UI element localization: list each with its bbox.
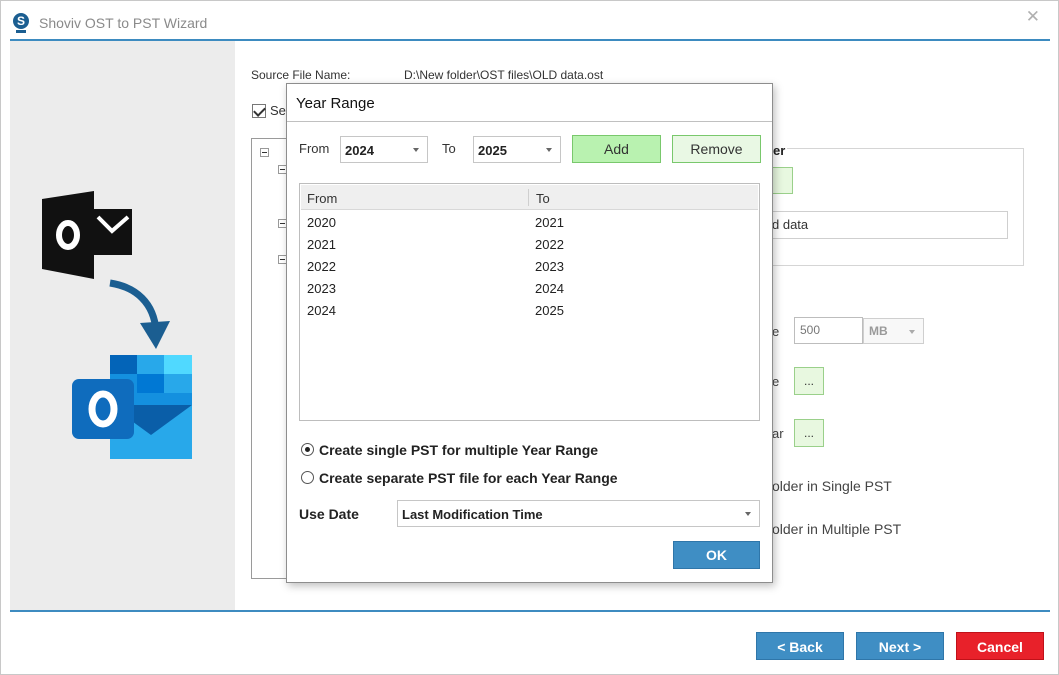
back-button[interactable]: < Back bbox=[756, 632, 844, 660]
separate-pst-radio-label[interactable]: Create separate PST file for each Year R… bbox=[319, 470, 618, 486]
size-label: e bbox=[772, 324, 780, 339]
to-year-value: 2025 bbox=[478, 143, 507, 158]
chevron-down-icon bbox=[745, 512, 751, 516]
row-to: 2023 bbox=[535, 259, 564, 274]
row-to: 2025 bbox=[535, 303, 564, 318]
from-year-value: 2024 bbox=[345, 143, 374, 158]
row-from: 2022 bbox=[307, 259, 336, 274]
ok-button[interactable]: OK bbox=[673, 541, 760, 569]
dialog-title-divider bbox=[287, 121, 772, 122]
to-year-select[interactable]: 2025 bbox=[473, 136, 561, 163]
source-file-label: Source File Name: bbox=[251, 68, 351, 82]
group-text-field[interactable]: d data bbox=[771, 211, 1008, 239]
row-from: 2023 bbox=[307, 281, 336, 296]
option-single-pst-label: older in Single PST bbox=[772, 478, 892, 494]
svg-text:S: S bbox=[17, 14, 25, 28]
add-button[interactable]: Add bbox=[572, 135, 661, 163]
curved-arrow-icon bbox=[109, 279, 170, 349]
chevron-down-icon bbox=[546, 148, 552, 152]
sidebar bbox=[10, 41, 235, 610]
source-file-value: D:\New folder\OST files\OLD data.ost bbox=[404, 68, 604, 82]
chevron-down-icon bbox=[909, 330, 915, 334]
year-range-list[interactable]: From To 2020 2021 2021 2022 2022 2023 20… bbox=[299, 183, 760, 421]
dialog-title: Year Range bbox=[296, 95, 375, 112]
to-label: To bbox=[442, 141, 456, 156]
browse-button-1[interactable]: ... bbox=[794, 367, 824, 395]
options-group bbox=[771, 148, 1024, 266]
outlook-pst-icon bbox=[72, 355, 192, 459]
from-label: From bbox=[299, 141, 330, 156]
browse-button-2[interactable]: ... bbox=[794, 419, 824, 447]
footer-divider bbox=[10, 610, 1050, 612]
list-row[interactable]: 2022 2023 bbox=[301, 255, 758, 277]
row-to: 2024 bbox=[535, 281, 564, 296]
single-pst-radio-label[interactable]: Create single PST for multiple Year Rang… bbox=[319, 442, 598, 458]
use-date-select[interactable]: Last Modification Time bbox=[397, 500, 760, 527]
list-row[interactable]: 2024 2025 bbox=[301, 299, 758, 321]
browse-label-1: e bbox=[772, 374, 780, 389]
list-header: From To bbox=[301, 185, 758, 210]
from-year-select[interactable]: 2024 bbox=[340, 136, 428, 163]
option-multiple-pst-label: older in Multiple PST bbox=[772, 521, 902, 537]
size-unit-value: MB bbox=[869, 324, 888, 338]
column-divider bbox=[528, 189, 529, 206]
row-from: 2020 bbox=[307, 215, 336, 230]
options-group-title: er bbox=[773, 143, 788, 158]
column-header-from[interactable]: From bbox=[307, 191, 337, 206]
list-row[interactable]: 2021 2022 bbox=[301, 233, 758, 255]
year-range-dialog: Year Range From 2024 To 2025 Add Remove … bbox=[286, 83, 773, 583]
folder-tree[interactable] bbox=[251, 138, 291, 579]
row-from: 2021 bbox=[307, 237, 336, 252]
ost-file-icon bbox=[42, 191, 132, 279]
close-icon[interactable]: ✕ bbox=[1026, 7, 1040, 27]
chevron-down-icon bbox=[413, 148, 419, 152]
select-checkbox-label: Se bbox=[270, 103, 286, 118]
row-to: 2021 bbox=[535, 215, 564, 230]
cancel-button[interactable]: Cancel bbox=[956, 632, 1044, 660]
split-size-input[interactable]: 500 bbox=[794, 317, 863, 344]
use-date-label: Use Date bbox=[299, 506, 359, 522]
row-to: 2022 bbox=[535, 237, 564, 252]
row-from: 2024 bbox=[307, 303, 336, 318]
list-row[interactable]: 2020 2021 bbox=[301, 211, 758, 233]
window-title: Shoviv OST to PST Wizard bbox=[39, 15, 208, 31]
size-unit-select[interactable]: MB bbox=[863, 318, 924, 344]
title-bar: S Shoviv OST to PST Wizard ✕ bbox=[1, 1, 1058, 41]
column-header-to[interactable]: To bbox=[536, 191, 550, 206]
tree-collapse-icon[interactable] bbox=[260, 148, 269, 157]
group-action-button[interactable] bbox=[771, 167, 793, 194]
browse-label-2: ar bbox=[772, 426, 784, 441]
shoviv-logo-icon: S bbox=[13, 13, 29, 33]
remove-button[interactable]: Remove bbox=[672, 135, 761, 163]
select-checkbox[interactable] bbox=[252, 104, 266, 118]
next-button[interactable]: Next > bbox=[856, 632, 944, 660]
use-date-value: Last Modification Time bbox=[402, 507, 543, 522]
single-pst-radio[interactable] bbox=[301, 443, 314, 456]
list-row[interactable]: 2023 2024 bbox=[301, 277, 758, 299]
separate-pst-radio[interactable] bbox=[301, 471, 314, 484]
